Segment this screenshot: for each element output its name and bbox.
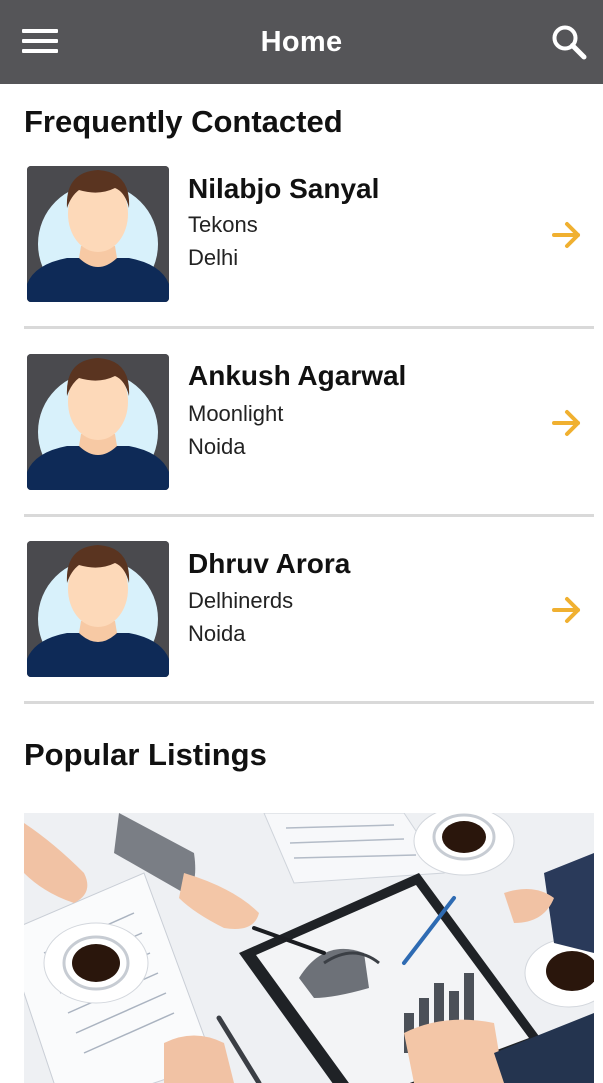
contact-name: Nilabjo Sanyal xyxy=(188,173,380,204)
arrow-right-icon[interactable] xyxy=(552,409,582,437)
contact-company: Delhinerds xyxy=(188,588,294,613)
contact-name: Ankush Agarwal xyxy=(188,360,407,391)
avatar xyxy=(27,166,169,302)
frequently-contacted-heading: Frequently Contacted xyxy=(24,104,343,139)
page-title: Home xyxy=(260,25,343,58)
contact-company: Tekons xyxy=(188,212,258,237)
listing-image[interactable] xyxy=(24,813,594,1083)
arrow-right-icon[interactable] xyxy=(552,221,582,249)
contact-item[interactable]: Ankush Agarwal Moonlight Noida xyxy=(24,329,594,517)
avatar xyxy=(27,354,169,490)
hamburger-menu-icon[interactable] xyxy=(22,29,58,55)
avatar xyxy=(27,541,169,677)
contact-name: Dhruv Arora xyxy=(188,548,351,579)
contact-city: Delhi xyxy=(188,245,239,270)
popular-listings-heading: Popular Listings xyxy=(24,737,267,772)
contact-city: Noida xyxy=(188,621,246,646)
contact-city: Noida xyxy=(188,434,246,459)
search-icon[interactable] xyxy=(551,24,587,60)
contact-item[interactable]: Nilabjo Sanyal Tekons Delhi xyxy=(24,141,594,329)
arrow-right-icon[interactable] xyxy=(552,596,582,624)
contact-company: Moonlight xyxy=(188,401,284,426)
app-bar: Home xyxy=(0,0,603,84)
contact-item[interactable]: Dhruv Arora Delhinerds Noida xyxy=(24,516,594,704)
